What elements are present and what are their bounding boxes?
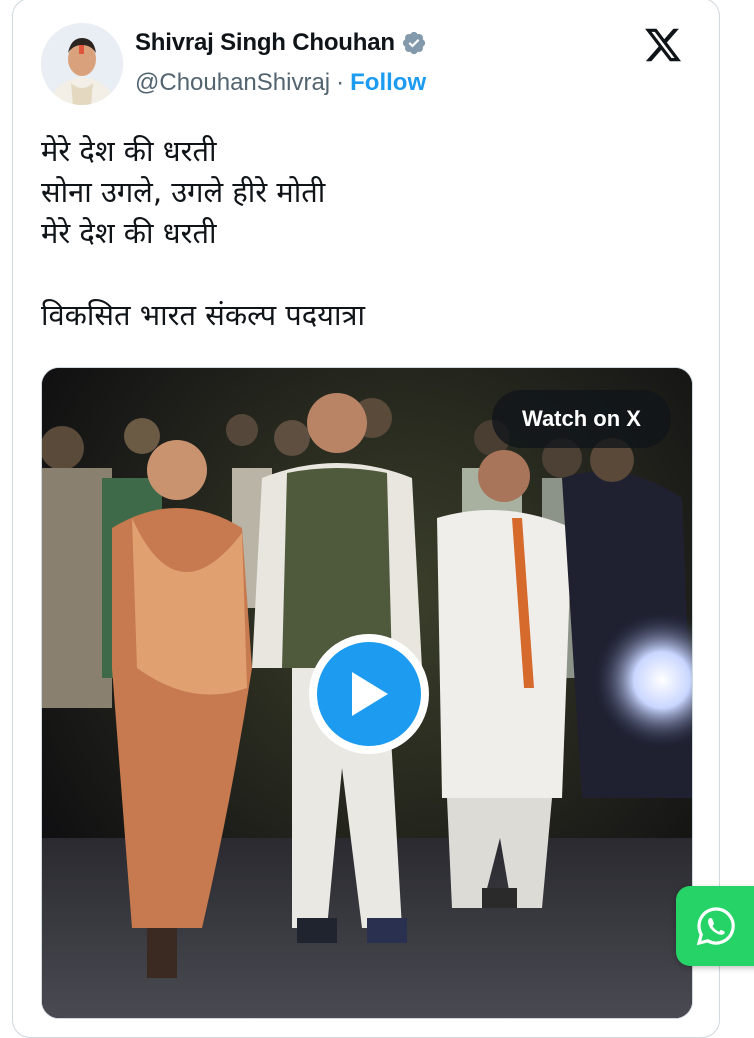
avatar[interactable] [41,23,123,105]
x-logo-icon[interactable] [641,25,685,65]
verified-badge-icon [402,31,425,55]
display-name[interactable]: Shivraj Singh Chouhan [135,29,395,57]
play-button[interactable] [309,634,429,754]
video-media[interactable]: Watch on X [41,367,693,1019]
tweet-text: मेरे देश की धरती सोना उगले, उगले हीरे मो… [41,131,691,336]
tweet-line: मेरे देश की धरती [41,216,217,250]
tweet-line: सोना उगले, उगले हीरे मोती [41,175,326,209]
tweet-card[interactable]: Shivraj Singh Chouhan @ChouhanShivraj · … [12,0,720,1038]
watch-on-x-label: Watch on X [522,406,641,431]
whatsapp-share-button[interactable] [676,886,754,966]
separator-dot: · [336,69,345,96]
handle[interactable]: @ChouhanShivraj [135,69,330,97]
follow-button[interactable]: Follow [350,69,426,97]
watch-on-x-button[interactable]: Watch on X [492,390,671,448]
tweet-line: मेरे देश की धरती [41,134,217,168]
tweet-line: विकसित भारत संकल्प पदयात्रा [41,298,366,332]
tweet-line [41,254,691,295]
play-icon [352,672,388,716]
whatsapp-icon [696,907,735,946]
